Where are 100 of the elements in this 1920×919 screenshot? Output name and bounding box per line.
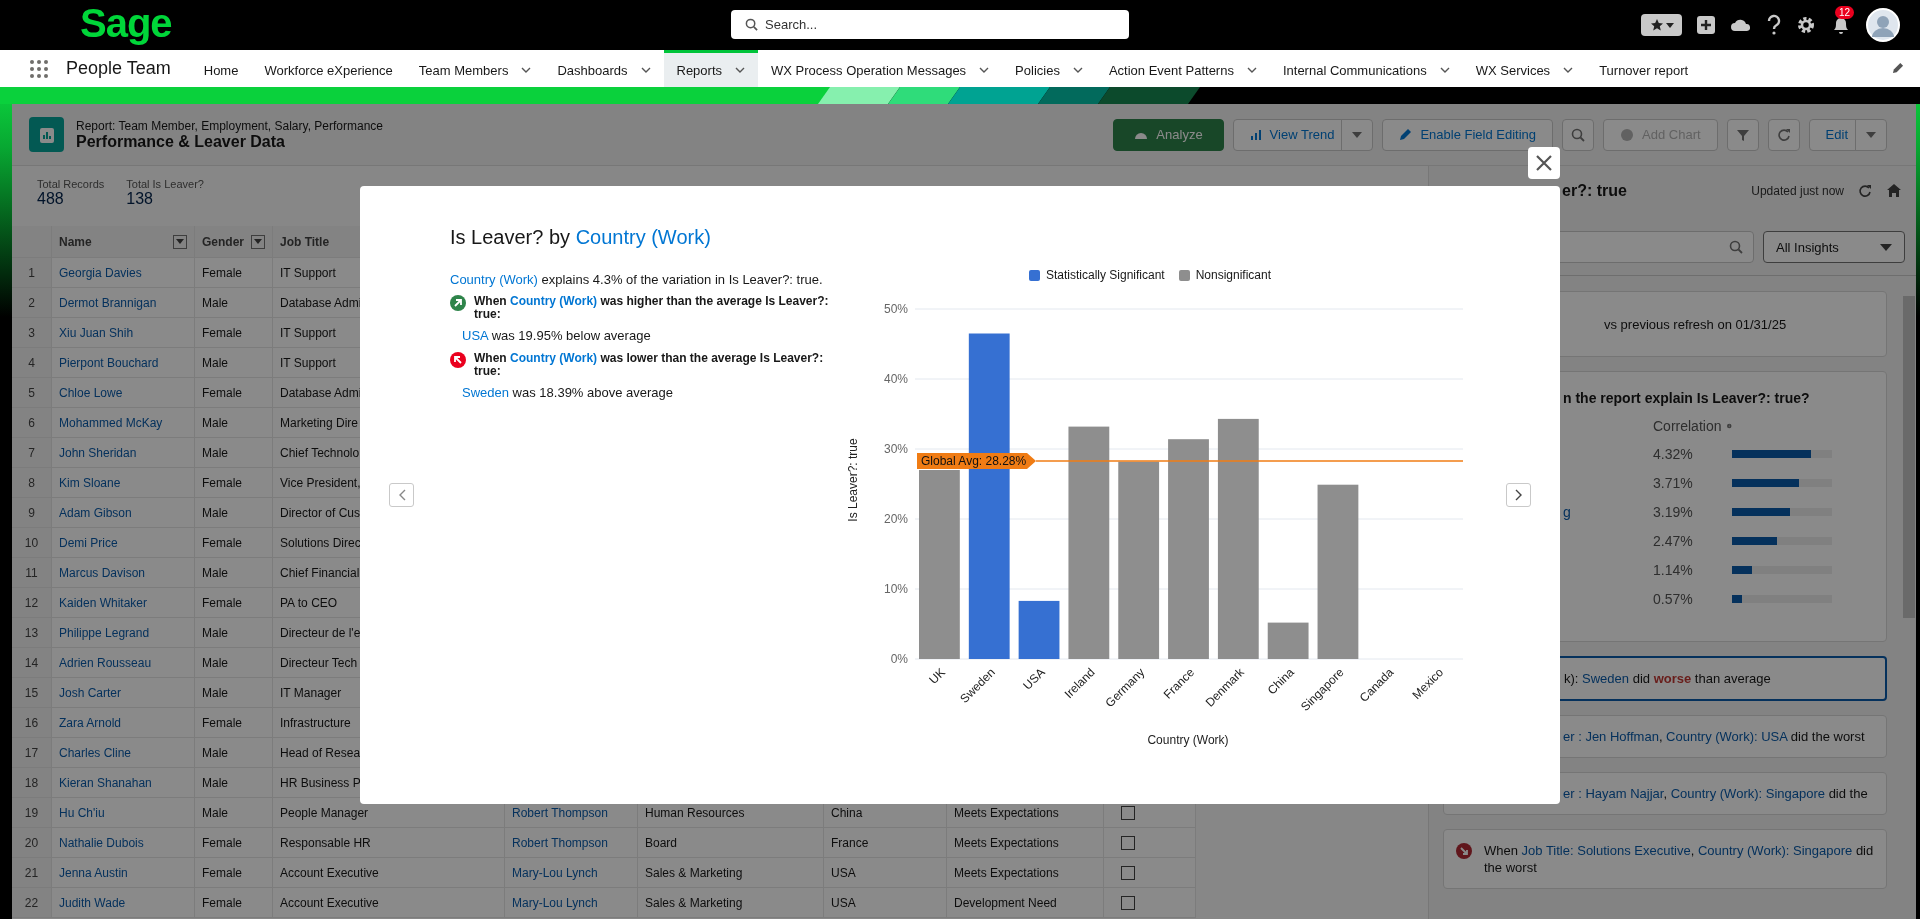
manager-link[interactable]: Mary-Lou Lynch [512, 865, 598, 880]
home-icon[interactable] [1886, 183, 1902, 198]
nav-tab[interactable]: WX Process Operation Messages [758, 50, 1003, 87]
search-icon [745, 18, 758, 31]
help-icon[interactable] [1766, 14, 1782, 36]
legend-label: Statistically Significant [1045, 268, 1165, 282]
name-link[interactable]: Nathalie Dubois [59, 835, 144, 850]
insight-text: k): Sweden did worse than average [1564, 671, 1771, 686]
row-number: 2 [12, 288, 52, 318]
name-link[interactable]: Jenna Austin [59, 865, 128, 880]
link[interactable]: er : Jen Hoffman [1563, 729, 1659, 744]
close-button[interactable] [1528, 147, 1560, 179]
manager-link[interactable]: Mary-Lou Lynch [512, 895, 598, 910]
name-link[interactable]: Marcus Davison [59, 565, 146, 580]
column-header[interactable]: Gender [195, 226, 273, 258]
nav-tab[interactable]: Turnover report [1586, 50, 1702, 87]
edit-fields-button[interactable]: Enable Field Editing [1382, 118, 1554, 151]
filter-button[interactable] [1726, 118, 1759, 151]
pencil-icon [1399, 128, 1413, 141]
row-number: 6 [12, 408, 52, 438]
table-cell: Female [195, 588, 273, 618]
row-number: 18 [12, 768, 52, 798]
filter-dropdown-icon[interactable] [251, 234, 265, 249]
checkbox[interactable] [1121, 805, 1135, 820]
nav-tab[interactable]: Internal Communications [1269, 50, 1463, 87]
name-link[interactable]: Demi Price [59, 535, 118, 550]
link[interactable]: Country (Work) [510, 351, 598, 365]
link[interactable]: Country (Work): Singapore [1670, 786, 1826, 801]
link[interactable]: Country (Work): Singapore [1697, 843, 1853, 858]
link[interactable]: Sweden [1582, 671, 1630, 686]
name-link[interactable]: Charles Cline [59, 745, 132, 760]
name-link[interactable]: Philippe Legrand [59, 625, 150, 640]
name-link[interactable]: Xiu Juan Shih [59, 325, 134, 340]
search-button[interactable] [1562, 118, 1595, 151]
column-header[interactable]: Name [52, 226, 195, 258]
refresh-icon[interactable] [1858, 183, 1872, 198]
avatar[interactable] [1866, 8, 1900, 42]
pencil-icon[interactable] [1892, 62, 1904, 74]
link[interactable]: er : Hayam Najjar [1563, 786, 1664, 801]
search-field[interactable]: Search... [731, 10, 1129, 39]
app-launcher-icon[interactable] [30, 59, 48, 78]
name-link[interactable]: Georgia Davies [59, 265, 142, 280]
link[interactable]: USA [462, 328, 488, 343]
name-link[interactable]: Hu Ch'iu [59, 805, 105, 820]
name-link[interactable]: Adam Gibson [59, 505, 132, 520]
nav-tab[interactable]: Home [190, 50, 252, 87]
checkbox[interactable] [1121, 835, 1135, 850]
modal-title: Is Leaver? by Country (Work) [450, 225, 712, 250]
menu-caret-button[interactable] [1341, 118, 1374, 151]
table-cell: France [824, 828, 947, 858]
logo[interactable]: Sage [80, 0, 172, 46]
table-cell: Male [195, 348, 273, 378]
correlation-value: 0.57% [1653, 590, 1694, 608]
table-cell: Female [195, 888, 273, 918]
link[interactable]: Country (Work): USA [1666, 729, 1788, 744]
nav-tab[interactable]: Reports [663, 50, 759, 87]
link[interactable]: Job Title: Solutions Executive [1521, 843, 1691, 858]
name-link[interactable]: Kaiden Whitaker [59, 595, 148, 610]
nav-tab[interactable]: WX Services [1462, 50, 1587, 87]
filter-dropdown-icon[interactable] [173, 234, 187, 249]
link[interactable]: g [1563, 504, 1571, 520]
nav-tab[interactable]: Workforce eXperience [251, 50, 406, 87]
menu-caret-button[interactable] [1855, 118, 1887, 151]
manager-link[interactable]: Robert Thompson [512, 835, 608, 850]
link[interactable]: Country (Work) [510, 294, 598, 308]
card-title: n the report explain Is Leaver?: true? [1563, 390, 1810, 406]
refresh-button[interactable] [1767, 118, 1800, 151]
name-link[interactable]: John Sheridan [59, 445, 137, 460]
settings-icon[interactable] [1796, 15, 1816, 35]
add-icon[interactable] [1696, 15, 1716, 35]
name-link[interactable]: Adrien Rousseau [59, 655, 152, 670]
checkbox[interactable] [1121, 895, 1135, 910]
name-link[interactable]: Mohammed McKay [59, 415, 163, 430]
name-link[interactable]: Pierpont Bouchard [59, 355, 159, 370]
nav-tab[interactable]: Team Members [405, 50, 545, 87]
name-link[interactable]: Chloe Lowe [59, 385, 123, 400]
row-number: 15 [12, 678, 52, 708]
checkbox[interactable] [1121, 865, 1135, 880]
nav-tab[interactable]: Action Event Patterns [1095, 50, 1270, 87]
analyze-button[interactable]: Analyze [1113, 118, 1224, 151]
insights-filter-dropdown[interactable]: All Insights [1763, 231, 1905, 263]
manager-link[interactable]: Robert Thompson [512, 805, 608, 820]
favorites-button[interactable] [1641, 14, 1682, 36]
insight-card[interactable]: When Job Title: Solutions Executive, Country (Work): Singapore did the worst [1443, 829, 1887, 889]
name-link[interactable]: Judith Wade [59, 895, 126, 910]
name-link[interactable]: Zara Arnold [59, 715, 122, 730]
name-link[interactable]: Dermot Brannigan [59, 295, 157, 310]
name-link[interactable]: Josh Carter [59, 685, 122, 700]
nav-tab[interactable]: Policies [1002, 50, 1096, 87]
row-number: 14 [12, 648, 52, 678]
scrollbar[interactable] [1903, 296, 1915, 618]
nav-tab[interactable]: Dashboards [544, 50, 664, 87]
name-link[interactable]: Kieran Shanahan [59, 775, 152, 790]
row-number: 9 [12, 498, 52, 528]
link[interactable]: Country (Work) [575, 226, 711, 248]
row-number: 7 [12, 438, 52, 468]
table-cell: Male [195, 438, 273, 468]
correlation-value: 2.47% [1653, 532, 1694, 550]
name-link[interactable]: Kim Sloane [59, 475, 121, 490]
row-number: 19 [12, 798, 52, 828]
